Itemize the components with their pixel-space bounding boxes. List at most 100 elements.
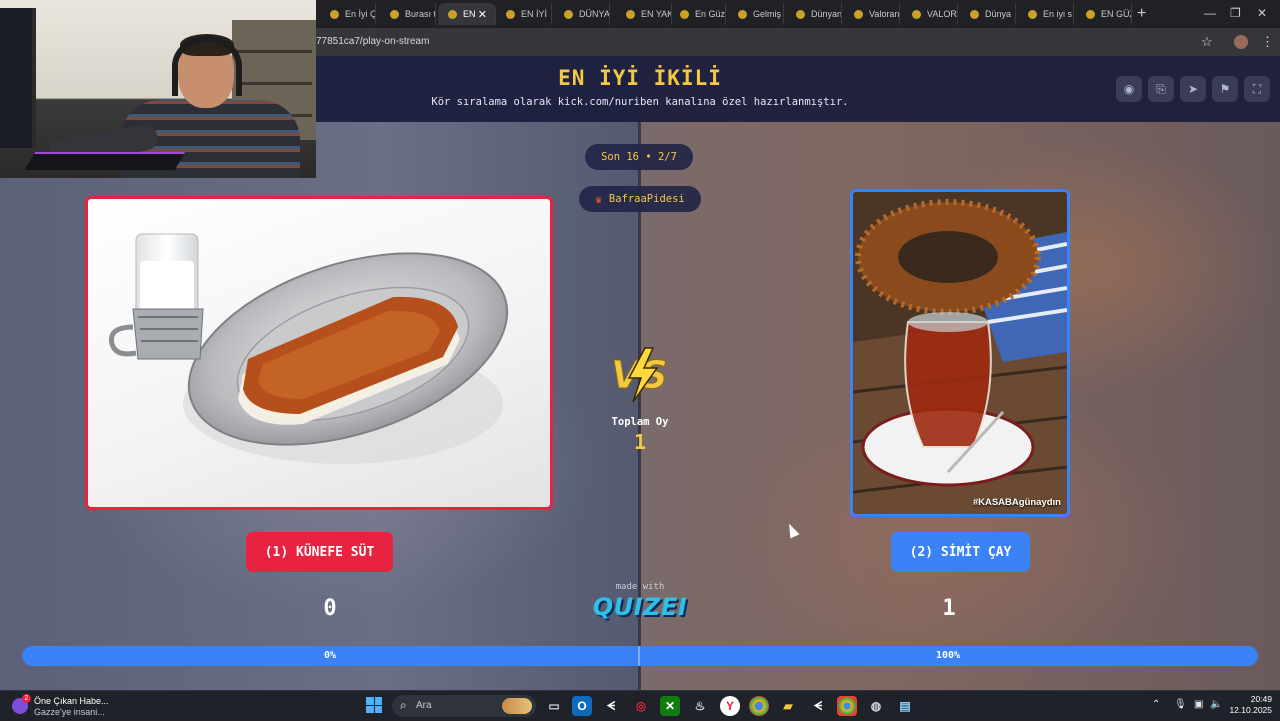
chrome-icon[interactable]	[749, 696, 769, 716]
xbox-icon[interactable]: ✕	[660, 696, 680, 716]
tab-favicon-icon	[330, 9, 339, 19]
browser-tab[interactable]: EN İYİ	[496, 3, 552, 25]
simit-cay-photo	[853, 192, 1067, 514]
minimize-icon[interactable]: —	[1204, 6, 1216, 20]
tab-label: En Güz	[695, 9, 726, 19]
total-votes-value: 1	[633, 430, 647, 454]
profile-avatar-icon[interactable]	[1234, 35, 1248, 49]
tab-favicon-icon	[680, 9, 689, 19]
tab-favicon-icon	[970, 9, 979, 19]
clock-date: 12.10.2025	[1229, 705, 1272, 715]
kunefe-photo	[108, 233, 509, 464]
task-view-icon[interactable]: ▭	[544, 696, 564, 716]
eye-icon[interactable]: ◉	[1116, 76, 1142, 102]
kick-app-icon[interactable]: ᗕ	[601, 696, 621, 716]
tab-label: Valoran	[869, 9, 900, 19]
image-watermark: #KASABAgünaydın	[972, 497, 1061, 508]
news-title: Öne Çıkan Habe...	[34, 696, 109, 706]
tab-favicon-icon	[626, 9, 635, 19]
tab-favicon-icon	[506, 9, 515, 19]
tab-label: Dünya	[985, 9, 1012, 19]
made-with-text: made with	[615, 582, 665, 592]
steam-icon[interactable]: ♨	[690, 696, 710, 716]
browser-tab[interactable]: En iyi s	[1018, 3, 1074, 25]
search-highlight-image	[502, 698, 532, 714]
outlook-icon[interactable]: O	[572, 696, 592, 716]
headset-icon	[172, 36, 242, 96]
obs-icon[interactable]: ◍	[866, 696, 886, 716]
tab-label: VALOR	[927, 9, 957, 19]
tab-label: Dünyan	[811, 9, 842, 19]
tab-favicon-icon	[854, 9, 863, 19]
streamer-webcam	[0, 0, 316, 178]
browser-tab[interactable]: DÜNYA	[554, 3, 610, 25]
chrome-active-icon[interactable]	[837, 696, 857, 716]
microphone-icon[interactable]: 🎙	[1174, 699, 1187, 710]
close-window-icon[interactable]: ✕	[1257, 6, 1267, 20]
progress-midline	[638, 646, 640, 666]
vote-progress-bar: 0% 100%	[22, 646, 1258, 666]
right-score: 1	[942, 596, 956, 621]
bookmark-star-icon[interactable]: ☆	[1201, 34, 1213, 50]
yandex-icon[interactable]: Y	[720, 696, 740, 716]
vs-lightning-icon: VS	[611, 347, 668, 403]
tab-label: EN	[463, 9, 476, 19]
system-clock[interactable]: 20:49 12.10.2025	[1229, 694, 1272, 716]
round-indicator: Son 16 • 2/7	[585, 144, 693, 170]
browser-tab[interactable]: EN GÜZ	[1076, 3, 1132, 25]
browser-tab[interactable]: EN ✕	[438, 3, 496, 25]
network-icon[interactable]: ▣	[1194, 699, 1203, 710]
kick-app-icon-2[interactable]: ᗕ	[808, 696, 828, 716]
voter-badge: ♛ BafraaPidesi	[579, 186, 701, 212]
tab-label: En İyi Ç	[345, 9, 376, 19]
notepad-icon[interactable]: ▤	[895, 696, 915, 716]
browser-tab[interactable]: En Güz	[670, 3, 726, 25]
total-votes-label: Toplam Oy	[611, 416, 669, 428]
left-percent: 0%	[323, 650, 337, 661]
fullscreen-icon[interactable]: ⛶	[1244, 76, 1270, 102]
tab-label: Gelmiş	[753, 9, 782, 19]
tab-label: EN YAK	[641, 9, 672, 19]
url-field[interactable]: 77851ca7/play-on-stream	[316, 36, 429, 47]
choice-left-button[interactable]: (1) KÜNEFE SÜT	[246, 532, 393, 572]
round-label: Son 16 • 2/7	[601, 151, 677, 163]
news-subtitle: Gazze'ye insani...	[34, 707, 105, 717]
user-icon: ♛	[595, 192, 602, 206]
start-windows-icon[interactable]	[366, 697, 382, 713]
chevron-up-icon[interactable]: ⌃	[1152, 699, 1160, 710]
browser-tab[interactable]: Dünyan	[786, 3, 842, 25]
send-icon[interactable]: ➤	[1180, 76, 1206, 102]
tab-label: DÜNYA	[579, 9, 610, 19]
tab-label: Burası t	[405, 9, 436, 19]
browser-tab[interactable]: En İyi Ç	[320, 3, 376, 25]
taskbar-search[interactable]: ⌕ Ara	[392, 695, 536, 717]
browser-tab[interactable]: Valoran	[844, 3, 900, 25]
new-tab-plus-icon[interactable]: +	[1137, 5, 1146, 23]
file-explorer-icon[interactable]: ▰	[778, 696, 798, 716]
browser-tab[interactable]: Gelmiş	[728, 3, 784, 25]
menu-kebab-icon[interactable]: ⋮	[1261, 34, 1274, 50]
browser-tab[interactable]: EN YAK	[616, 3, 672, 25]
restore-icon[interactable]: ❐	[1230, 6, 1241, 20]
flag-icon[interactable]: ⚑	[1212, 76, 1238, 102]
volume-icon[interactable]: 🔈	[1210, 699, 1222, 710]
news-widget[interactable]: 2 Öne Çıkan Habe... Gazze'ye insani...	[12, 694, 132, 718]
option-left-image[interactable]	[85, 196, 553, 510]
news-badge: 2	[22, 694, 31, 703]
search-icon: ⌕	[400, 698, 407, 712]
clock-time: 20:49	[1250, 694, 1272, 704]
choice-right-button[interactable]: (2) SİMİT ÇAY	[891, 532, 1030, 572]
right-percent: 100%	[935, 650, 961, 661]
browser-tab[interactable]: Burası t	[380, 3, 436, 25]
tab-label: EN İYİ	[521, 9, 548, 19]
tab-close-icon[interactable]: ✕	[478, 8, 487, 21]
tab-favicon-icon	[1028, 9, 1037, 19]
share-icon[interactable]: ⎘	[1148, 76, 1174, 102]
quizei-logo[interactable]: QUIZEI	[590, 593, 690, 621]
browser-tab[interactable]: Dünya	[960, 3, 1016, 25]
tab-favicon-icon	[448, 9, 457, 19]
opera-gx-icon[interactable]: ◎	[631, 696, 651, 716]
tab-favicon-icon	[1086, 9, 1095, 19]
browser-tab[interactable]: VALOR	[902, 3, 958, 25]
option-right-image[interactable]: #KASABAgünaydın	[850, 189, 1070, 517]
